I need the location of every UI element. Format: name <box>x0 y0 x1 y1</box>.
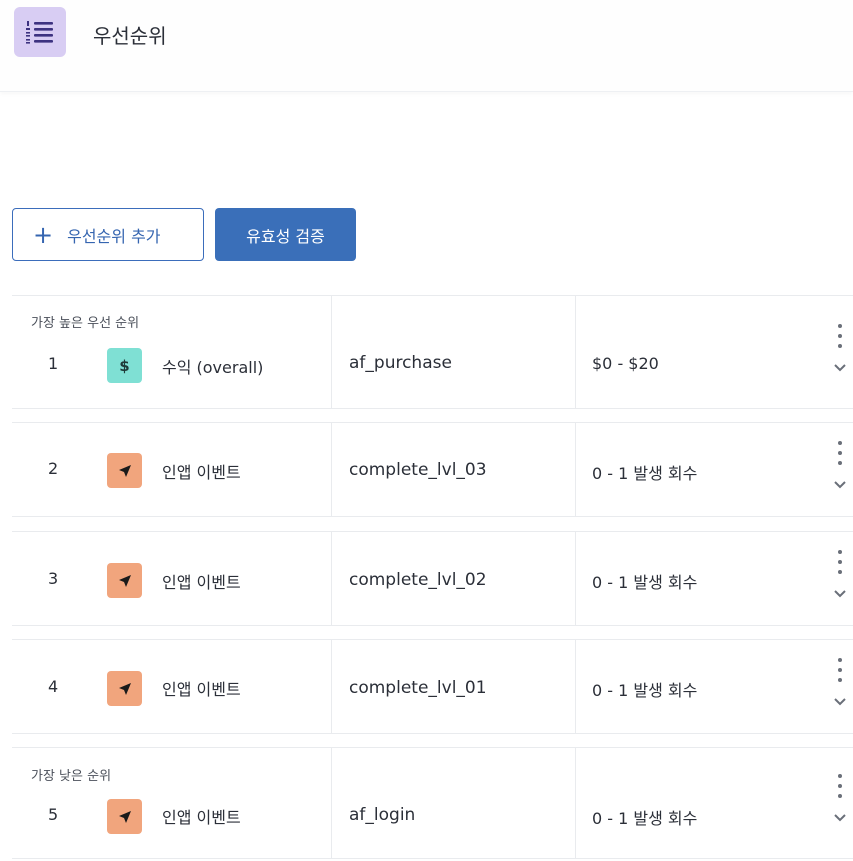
range-value: $0 - $20 <box>592 354 659 373</box>
type-label: 수익 (overall) <box>162 358 264 377</box>
event-name: af_purchase <box>349 353 452 373</box>
priority-row-3[interactable]: 3 인앱 이벤트 complete_lvl_02 0 - 1 발생 회수 <box>12 531 853 626</box>
range-value: 0 - 1 발생 회수 <box>592 809 698 828</box>
type-label: 인앱 이벤트 <box>162 573 241 592</box>
range-value: 0 - 1 발생 회수 <box>592 573 698 592</box>
more-options-icon[interactable] <box>830 774 850 798</box>
page-title: 우선순위 <box>93 24 167 48</box>
type-label: 인앱 이벤트 <box>162 808 241 827</box>
list-numbered-icon <box>14 7 66 57</box>
highest-priority-label: 가장 높은 우선 순위 <box>31 316 140 331</box>
range-value: 0 - 1 발생 회수 <box>592 464 698 483</box>
event-name: complete_lvl_02 <box>349 570 487 590</box>
type-label: 인앱 이벤트 <box>162 680 241 699</box>
more-options-icon[interactable] <box>830 550 850 574</box>
event-name: complete_lvl_03 <box>349 460 487 480</box>
priority-row-4[interactable]: 4 인앱 이벤트 complete_lvl_01 0 - 1 발생 회수 <box>12 639 853 734</box>
dollar-icon-glyph: $ <box>119 356 130 375</box>
rank-number: 5 <box>48 805 59 824</box>
page: 우선순위 + 우선순위 추가 유효성 검증 가장 높은 우선 순위 1 $ 수익… <box>0 0 853 861</box>
rank-number: 4 <box>48 677 59 696</box>
chevron-down-icon[interactable] <box>831 362 849 374</box>
event-name: af_login <box>349 805 416 825</box>
more-options-icon[interactable] <box>830 324 850 348</box>
more-options-icon[interactable] <box>830 658 850 682</box>
plus-icon: + <box>33 220 54 249</box>
priority-row-2[interactable]: 2 인앱 이벤트 complete_lvl_03 0 - 1 발생 회수 <box>12 422 853 517</box>
more-options-icon[interactable] <box>830 441 850 465</box>
priority-row-1[interactable]: 가장 높은 우선 순위 1 $ 수익 (overall) af_purchase… <box>12 295 853 409</box>
navigation-arrow-icon <box>107 453 142 488</box>
range-value: 0 - 1 발생 회수 <box>592 681 698 700</box>
rank-number: 2 <box>48 459 59 478</box>
rank-number: 1 <box>48 354 59 373</box>
navigation-arrow-icon <box>107 563 142 598</box>
event-name: complete_lvl_01 <box>349 678 487 698</box>
add-priority-button[interactable]: + 우선순위 추가 <box>12 208 204 261</box>
rank-number: 3 <box>48 569 59 588</box>
dollar-icon: $ <box>107 348 142 383</box>
add-priority-label: 우선순위 추가 <box>67 226 161 246</box>
lowest-priority-label: 가장 낮은 순위 <box>31 769 112 784</box>
page-header: 우선순위 <box>0 0 853 92</box>
validate-button[interactable]: 유효성 검증 <box>215 208 356 261</box>
chevron-down-icon[interactable] <box>831 479 849 491</box>
chevron-down-icon[interactable] <box>831 696 849 708</box>
validate-label: 유효성 검증 <box>246 226 325 246</box>
chevron-down-icon[interactable] <box>831 588 849 600</box>
navigation-arrow-icon <box>107 799 142 834</box>
chevron-down-icon[interactable] <box>831 812 849 824</box>
type-label: 인앱 이벤트 <box>162 463 241 482</box>
navigation-arrow-icon <box>107 671 142 706</box>
priority-row-5[interactable]: 가장 낮은 순위 5 인앱 이벤트 af_login 0 - 1 발생 회수 <box>12 747 853 859</box>
